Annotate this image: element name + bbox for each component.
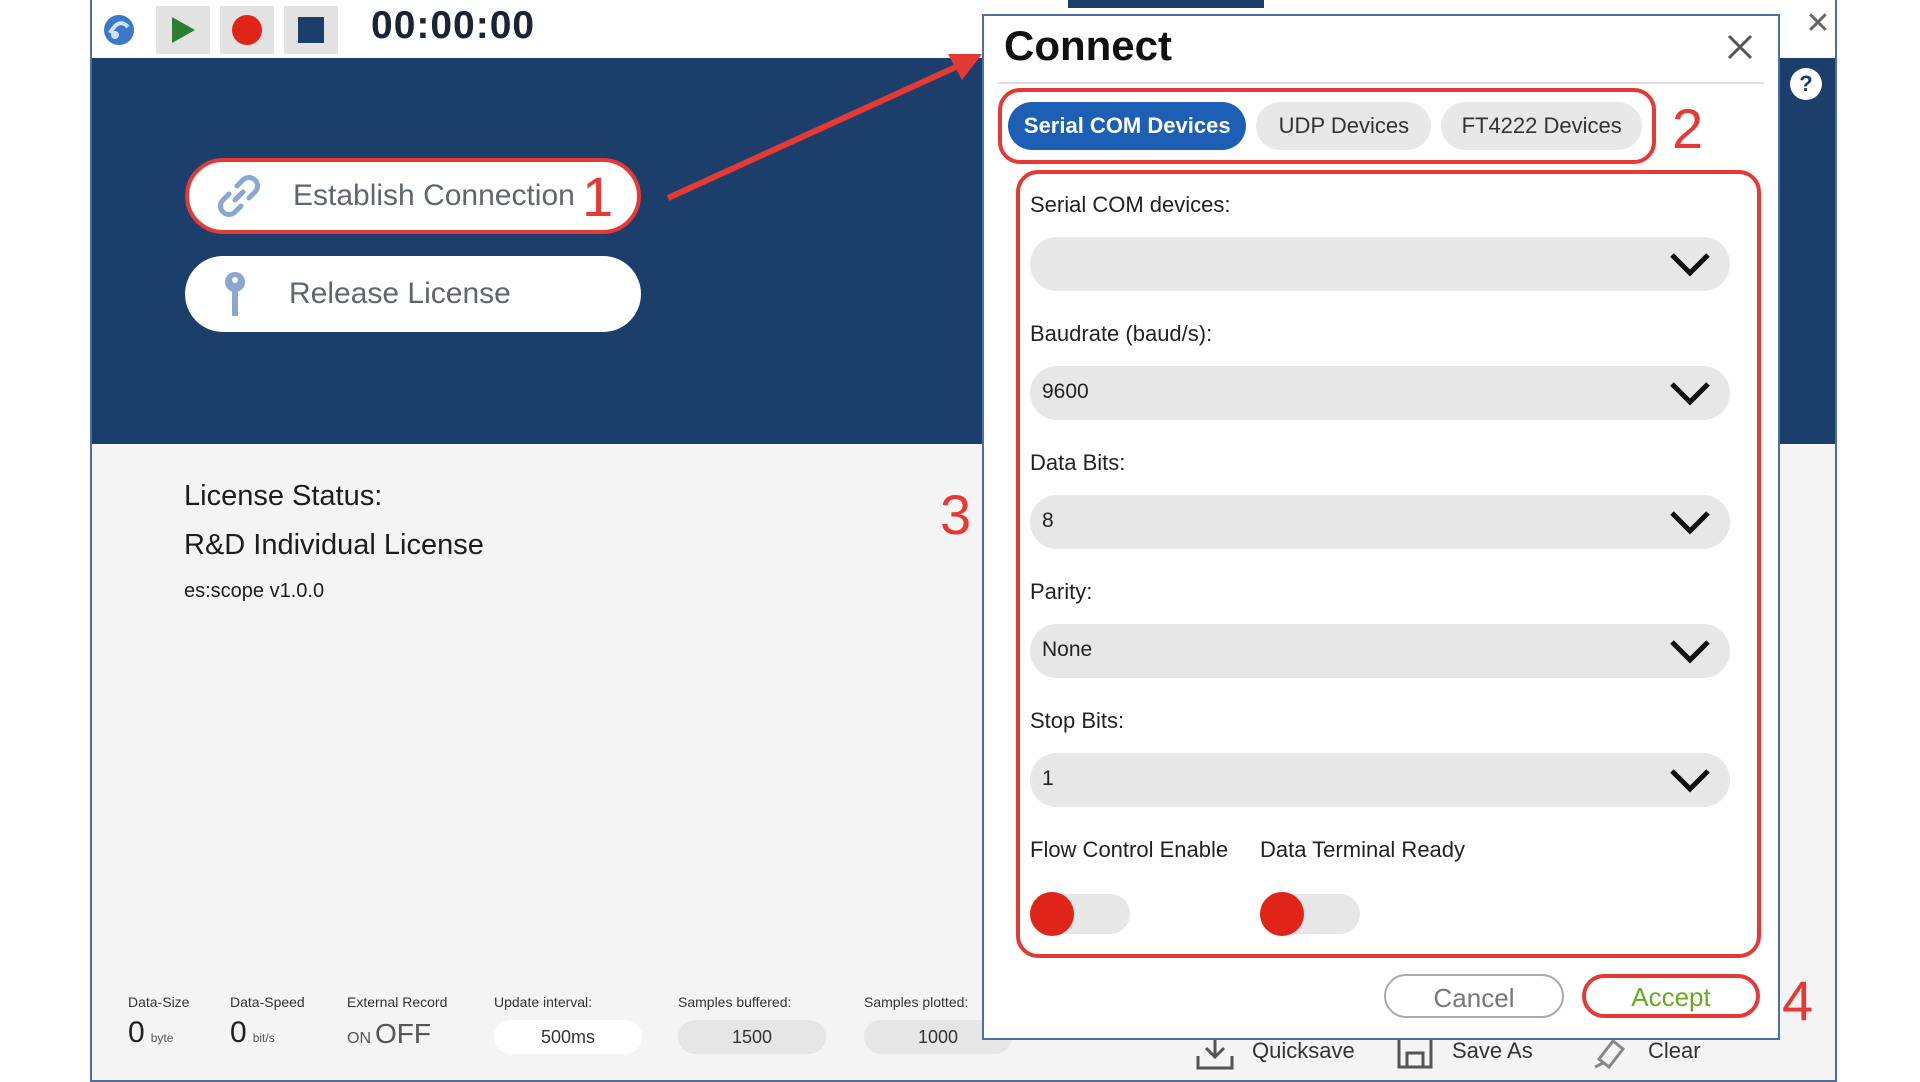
parity-value: None — [1042, 638, 1093, 661]
data-terminal-ready-toggle[interactable] — [1260, 890, 1360, 936]
update-interval-stat: Update interval: 500ms — [494, 994, 642, 1054]
chevron-down-icon — [1670, 511, 1710, 535]
data-speed-value: 0 — [230, 1016, 247, 1049]
chevron-down-icon — [1670, 253, 1710, 277]
stop-bits-value: 1 — [1042, 767, 1054, 790]
help-button[interactable]: ? — [1790, 68, 1822, 100]
device-type-tabs: Serial COM Devices UDP Devices FT4222 De… — [998, 88, 1656, 164]
serial-com-devices-label: Serial COM devices: — [1030, 192, 1231, 217]
chevron-down-icon — [1670, 382, 1710, 406]
data-speed-label: Data-Speed — [230, 994, 305, 1010]
annotation-number-2: 2 — [1672, 97, 1704, 160]
establish-connection-button[interactable]: Establish Connection — [185, 158, 641, 234]
key-icon — [207, 266, 263, 322]
version-label: es:scope v1.0.0 — [184, 580, 325, 602]
data-size-unit: byte — [150, 1031, 174, 1045]
record-icon — [232, 15, 262, 45]
data-terminal-ready-label: Data Terminal Ready — [1260, 837, 1466, 862]
play-button[interactable] — [156, 6, 210, 54]
flow-control-toggle[interactable] — [1030, 890, 1130, 936]
link-icon — [211, 168, 267, 224]
clear-label: Clear — [1648, 1038, 1701, 1063]
external-record-label: External Record — [347, 994, 448, 1010]
license-name: R&D Individual License — [184, 529, 484, 561]
dialog-divider — [998, 82, 1764, 84]
data-speed-stat: Data-Speed 0 bit/s — [230, 994, 305, 1050]
stop-button[interactable] — [284, 6, 338, 54]
active-tab-indicator — [1068, 0, 1264, 8]
data-bits-value: 8 — [1042, 509, 1054, 532]
license-info: License Status: R&D Individual License e… — [184, 480, 484, 603]
flow-control-label: Flow Control Enable — [1030, 837, 1229, 862]
annotation-number-1: 1 — [582, 165, 614, 228]
establish-connection-label: Establish Connection — [293, 179, 575, 212]
license-status-label: License Status: — [184, 480, 383, 512]
close-icon — [1727, 34, 1753, 60]
baudrate-value: 9600 — [1042, 380, 1089, 403]
update-interval-input[interactable]: 500ms — [494, 1020, 642, 1054]
external-record-toggle[interactable]: ON OFF — [347, 1018, 447, 1050]
tab-ft4222-devices[interactable]: FT4222 Devices — [1441, 102, 1642, 150]
serial-com-devices-select[interactable] — [1030, 237, 1730, 291]
dialog-title: Connect — [1004, 22, 1172, 69]
baudrate-label: Baudrate (baud/s): — [1030, 321, 1213, 346]
serial-settings-form: Serial COM devices: Baudrate (baud/s): 9… — [1016, 170, 1761, 958]
toggle-knob — [1030, 892, 1074, 936]
play-icon — [172, 17, 195, 43]
annotation-number-3: 3 — [940, 483, 972, 546]
data-bits-select[interactable]: 8 — [1030, 495, 1730, 549]
data-size-stat: Data-Size 0 byte — [128, 994, 189, 1050]
samples-buffered-input[interactable]: 1500 — [678, 1020, 826, 1054]
chevron-down-icon — [1670, 769, 1710, 793]
annotation-number-4: 4 — [1782, 969, 1814, 1032]
app-logo-icon — [92, 6, 146, 54]
save-as-label: Save As — [1452, 1038, 1533, 1063]
toggle-knob — [1260, 892, 1304, 936]
accept-button[interactable]: Accept — [1582, 974, 1760, 1018]
samples-buffered-stat: Samples buffered: 1500 — [678, 994, 826, 1054]
stop-icon — [298, 17, 324, 43]
chevron-down-icon — [1670, 640, 1710, 664]
connect-dialog: Connect Serial COM Devices UDP Devices F… — [982, 14, 1780, 1040]
record-button[interactable] — [220, 6, 274, 54]
stop-bits-label: Stop Bits: — [1030, 708, 1125, 733]
dialog-close-button[interactable] — [1720, 30, 1760, 70]
update-interval-label: Update interval: — [494, 994, 593, 1010]
window-close-button[interactable]: ✕ — [1800, 6, 1836, 42]
external-record-stat: External Record ON OFF — [347, 994, 447, 1050]
quicksave-label: Quicksave — [1252, 1038, 1355, 1063]
external-record-on: ON — [347, 1030, 371, 1047]
data-speed-unit: bit/s — [252, 1031, 275, 1045]
recording-timer: 00:00:00 — [371, 4, 536, 47]
cancel-button[interactable]: Cancel — [1384, 974, 1564, 1018]
baudrate-select[interactable]: 9600 — [1030, 366, 1730, 420]
stop-bits-select[interactable]: 1 — [1030, 753, 1730, 807]
data-size-label: Data-Size — [128, 994, 190, 1010]
parity-label: Parity: — [1030, 579, 1093, 604]
data-bits-label: Data Bits: — [1030, 450, 1126, 475]
parity-select[interactable]: None — [1030, 624, 1730, 678]
tab-serial-com-devices[interactable]: Serial COM Devices — [1008, 102, 1247, 150]
release-license-label: Release License — [289, 277, 511, 310]
samples-buffered-label: Samples buffered: — [678, 994, 792, 1010]
release-license-button[interactable]: Release License — [185, 256, 641, 332]
data-size-value: 0 — [128, 1016, 145, 1049]
external-record-off: OFF — [375, 1018, 431, 1049]
tab-udp-devices[interactable]: UDP Devices — [1256, 102, 1432, 150]
